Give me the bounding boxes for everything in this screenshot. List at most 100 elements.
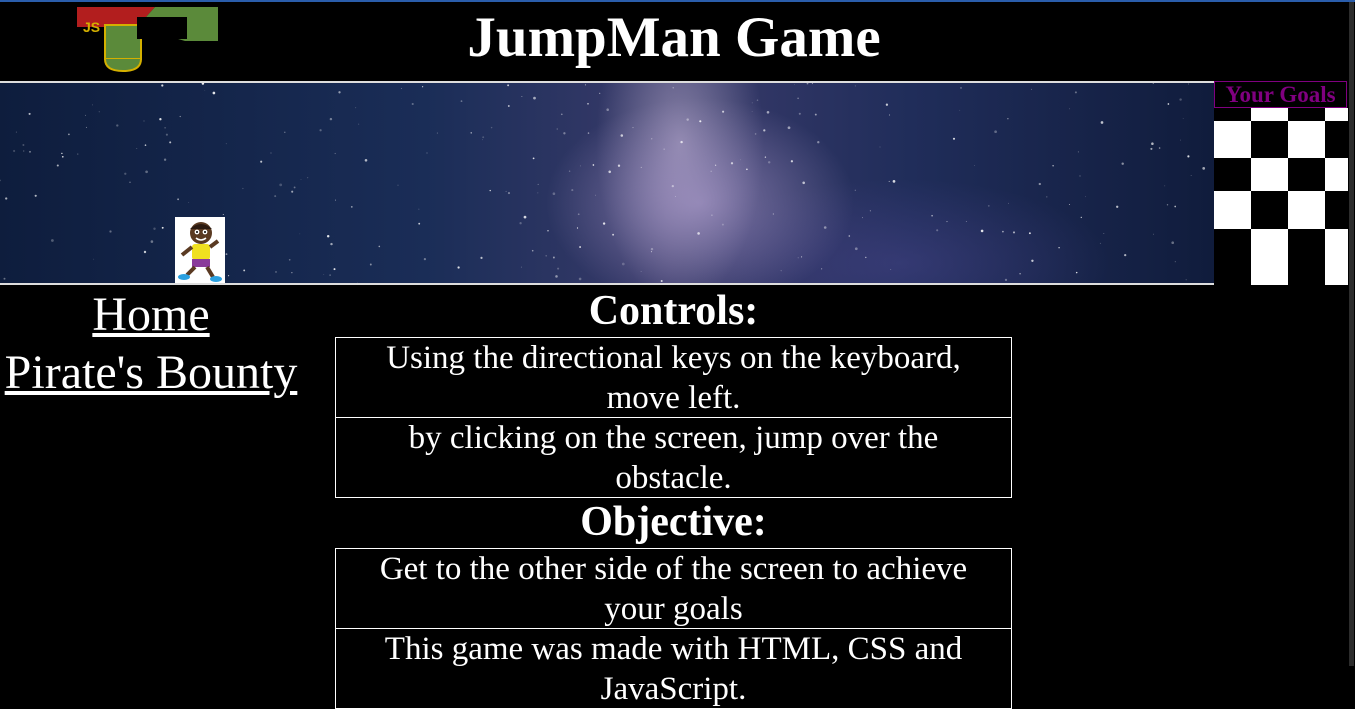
star <box>711 214 713 217</box>
star <box>721 223 724 226</box>
star <box>143 120 145 122</box>
star <box>521 95 523 97</box>
star <box>1202 167 1206 170</box>
star <box>165 133 168 136</box>
star <box>959 109 961 111</box>
star <box>334 152 336 155</box>
star <box>242 187 244 190</box>
star <box>145 170 148 174</box>
star <box>293 186 296 189</box>
star <box>1185 279 1187 281</box>
star <box>608 170 611 174</box>
nav-link-home[interactable]: Home <box>0 286 302 344</box>
star <box>77 153 79 155</box>
star <box>823 226 827 229</box>
star <box>1187 155 1190 158</box>
star <box>457 266 460 269</box>
star <box>61 152 63 155</box>
star <box>1012 231 1016 234</box>
nav-link-pirates-bounty[interactable]: Pirate's Bounty <box>0 344 302 402</box>
star <box>568 170 571 172</box>
star <box>418 222 421 225</box>
star <box>56 164 59 167</box>
star <box>854 247 858 251</box>
star <box>946 221 948 223</box>
star <box>179 115 181 118</box>
instructions-panel: Controls: Using the directional keys on … <box>335 285 1012 709</box>
star <box>507 192 511 195</box>
star <box>1058 246 1060 249</box>
star <box>307 177 309 179</box>
star <box>854 85 856 87</box>
star <box>225 253 228 255</box>
your-goals-label: Your Goals <box>1214 81 1347 108</box>
star <box>270 152 272 154</box>
star <box>507 105 510 107</box>
star <box>1103 233 1105 235</box>
star <box>806 83 809 85</box>
star <box>680 140 683 144</box>
star <box>291 272 293 274</box>
star <box>556 128 558 130</box>
star <box>338 91 341 94</box>
star <box>335 199 336 201</box>
star <box>579 165 581 167</box>
star <box>201 83 205 85</box>
star <box>291 190 294 193</box>
star <box>136 148 138 150</box>
star <box>1174 205 1177 208</box>
star <box>1151 142 1154 145</box>
scrollbar-thumb[interactable] <box>1349 2 1354 666</box>
star <box>129 181 131 184</box>
star <box>1179 98 1182 101</box>
star <box>436 132 438 134</box>
star <box>470 132 472 134</box>
star <box>650 251 653 253</box>
star <box>22 144 25 146</box>
star <box>987 205 990 207</box>
star <box>329 117 333 121</box>
star <box>710 170 712 172</box>
star <box>780 270 782 272</box>
star <box>751 111 753 112</box>
star <box>714 164 717 166</box>
star <box>587 132 590 134</box>
star <box>1085 196 1086 198</box>
star <box>545 255 547 257</box>
sidebar-nav: Home Pirate's Bounty <box>0 285 302 402</box>
star <box>23 150 25 152</box>
star <box>225 143 227 145</box>
star <box>1075 271 1078 274</box>
star <box>378 245 381 248</box>
star <box>482 136 485 139</box>
star <box>888 180 890 182</box>
star <box>811 83 813 85</box>
star <box>620 134 624 137</box>
star <box>994 130 997 134</box>
star <box>1153 233 1154 235</box>
star <box>358 123 360 125</box>
star <box>523 215 527 219</box>
star <box>5 197 8 200</box>
star <box>1038 182 1041 186</box>
star <box>879 146 881 148</box>
star <box>163 158 167 161</box>
star <box>426 152 428 154</box>
star <box>330 242 333 246</box>
star <box>329 274 331 276</box>
star <box>1164 185 1166 187</box>
star <box>68 133 70 136</box>
star <box>699 120 702 123</box>
star <box>1004 278 1008 282</box>
star <box>848 235 851 237</box>
star <box>460 100 463 102</box>
objective-item-goal: Get to the other side of the screen to a… <box>335 548 1012 629</box>
star <box>204 90 206 91</box>
star <box>34 194 37 197</box>
star <box>482 139 484 141</box>
star <box>1079 175 1081 177</box>
star <box>164 127 166 129</box>
star <box>319 129 322 132</box>
star <box>222 213 224 216</box>
star <box>422 86 424 88</box>
